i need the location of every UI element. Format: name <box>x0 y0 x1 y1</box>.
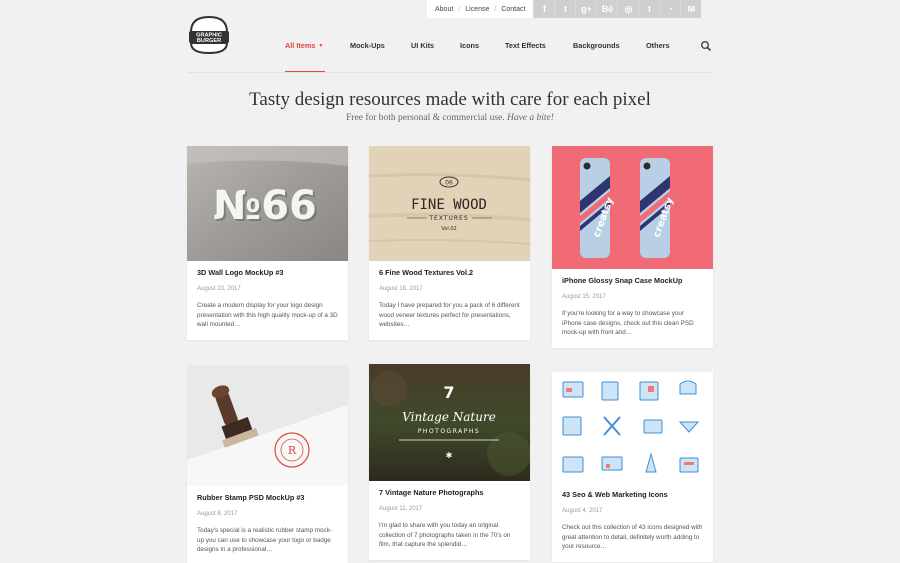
card-thumbnail[interactable]: 06 FINE WOOD TEXTURES Vol.02 <box>369 146 530 261</box>
dribbble-icon[interactable]: ◎ <box>617 0 639 18</box>
nav-ui-kits[interactable]: UI Kits <box>411 41 434 50</box>
svg-text:06: 06 <box>445 180 453 187</box>
card-description: Today's special is a realistic rubber st… <box>197 526 332 554</box>
card-title[interactable]: 7 Vintage Nature Photographs <box>379 488 520 498</box>
hero-title: Tasty design resources made with care fo… <box>249 89 651 110</box>
facebook-icon[interactable]: f <box>533 0 555 18</box>
card-date: August 11, 2017 <box>379 505 423 512</box>
thumb-text: Vintage Nature <box>402 410 496 424</box>
nav-others[interactable]: Others <box>646 41 670 50</box>
twitter-icon[interactable]: t <box>554 0 576 18</box>
svg-text:PHOTOGRAPHS: PHOTOGRAPHS <box>418 428 480 435</box>
resource-card[interactable]: creatsy creatsy iPhone Glossy Snap Case … <box>552 146 713 348</box>
svg-text:7: 7 <box>443 383 454 402</box>
card-description: Check out this collection of 43 icons de… <box>562 523 703 551</box>
card-date: August 8, 2017 <box>197 510 238 517</box>
rss-icon[interactable]: ◔ <box>659 0 681 18</box>
header-divider <box>187 72 713 73</box>
top-utility-bar: About / License / Contact f t g+ Bē ◎ t … <box>427 0 702 18</box>
resource-card[interactable]: №66 №66 3D Wall Logo MockUp #3 August 23… <box>187 146 348 340</box>
license-link[interactable]: License <box>465 6 489 13</box>
card-thumbnail[interactable]: creatsy creatsy <box>552 146 713 269</box>
card-date: August 15, 2017 <box>562 293 606 300</box>
card-title[interactable]: Rubber Stamp PSD MockUp #3 <box>197 493 338 503</box>
card-title[interactable]: iPhone Glossy Snap Case MockUp <box>562 276 703 286</box>
resource-card[interactable]: 06 FINE WOOD TEXTURES Vol.02 6 Fine Wood… <box>369 146 530 340</box>
svg-text:✱: ✱ <box>446 451 453 460</box>
main-nav: All Items ▼ Mock-Ups UI Kits Icons Text E… <box>0 41 900 55</box>
card-date: August 18, 2017 <box>379 285 423 292</box>
hero-subtitle: Free for both personal & commercial use.… <box>346 113 554 123</box>
nav-all-items[interactable]: All Items ▼ <box>285 41 323 50</box>
thumb-text: R <box>288 444 297 457</box>
contact-link[interactable]: Contact <box>501 6 525 13</box>
nav-text-effects[interactable]: Text Effects <box>505 41 546 50</box>
email-icon[interactable]: ✉ <box>680 0 702 18</box>
card-title[interactable]: 6 Fine Wood Textures Vol.2 <box>379 268 520 278</box>
chevron-down-icon: ▼ <box>318 43 324 50</box>
tumblr-icon[interactable]: t <box>638 0 660 18</box>
card-thumbnail[interactable] <box>552 372 713 483</box>
resource-card[interactable]: 43 Seo & Web Marketing Icons August 4, 2… <box>552 372 713 562</box>
card-date: August 23, 2017 <box>197 285 241 292</box>
card-description: Today I have prepared for you a pack of … <box>379 301 520 329</box>
behance-icon[interactable]: Bē <box>596 0 618 18</box>
thumb-text: FINE WOOD <box>411 197 487 213</box>
card-date: August 4, 2017 <box>562 507 603 514</box>
card-title[interactable]: 43 Seo & Web Marketing Icons <box>562 490 703 500</box>
card-description: If you're looking for a way to showcase … <box>562 309 694 337</box>
top-links: About / License / Contact <box>427 0 534 18</box>
thumb-text: №66 <box>213 183 317 229</box>
social-links: f t g+ Bē ◎ t ◔ ✉ <box>533 0 702 18</box>
nav-icons[interactable]: Icons <box>460 41 479 50</box>
svg-text:Vol.02: Vol.02 <box>441 226 456 232</box>
resource-card[interactable]: 7 Vintage Nature PHOTOGRAPHS ✱ 7 Vintage… <box>369 364 530 560</box>
card-title[interactable]: 3D Wall Logo MockUp #3 <box>197 268 338 278</box>
nav-backgrounds[interactable]: Backgrounds <box>573 41 620 50</box>
about-link[interactable]: About <box>435 6 453 13</box>
card-description: Create a modern display for your logo de… <box>197 301 338 329</box>
card-description: I'm glad to share with you today an orig… <box>379 521 511 549</box>
svg-text:TEXTURES: TEXTURES <box>428 215 468 222</box>
google-plus-icon[interactable]: g+ <box>575 0 597 18</box>
nav-mock-ups[interactable]: Mock-Ups <box>350 41 385 50</box>
card-thumbnail[interactable]: 7 Vintage Nature PHOTOGRAPHS ✱ <box>369 364 530 481</box>
search-icon[interactable] <box>700 40 712 52</box>
resource-card[interactable]: R Rubber Stamp PSD MockUp #3 August 8, 2… <box>187 365 348 563</box>
card-thumbnail[interactable]: R <box>187 365 348 486</box>
card-thumbnail[interactable]: №66 №66 <box>187 146 348 261</box>
